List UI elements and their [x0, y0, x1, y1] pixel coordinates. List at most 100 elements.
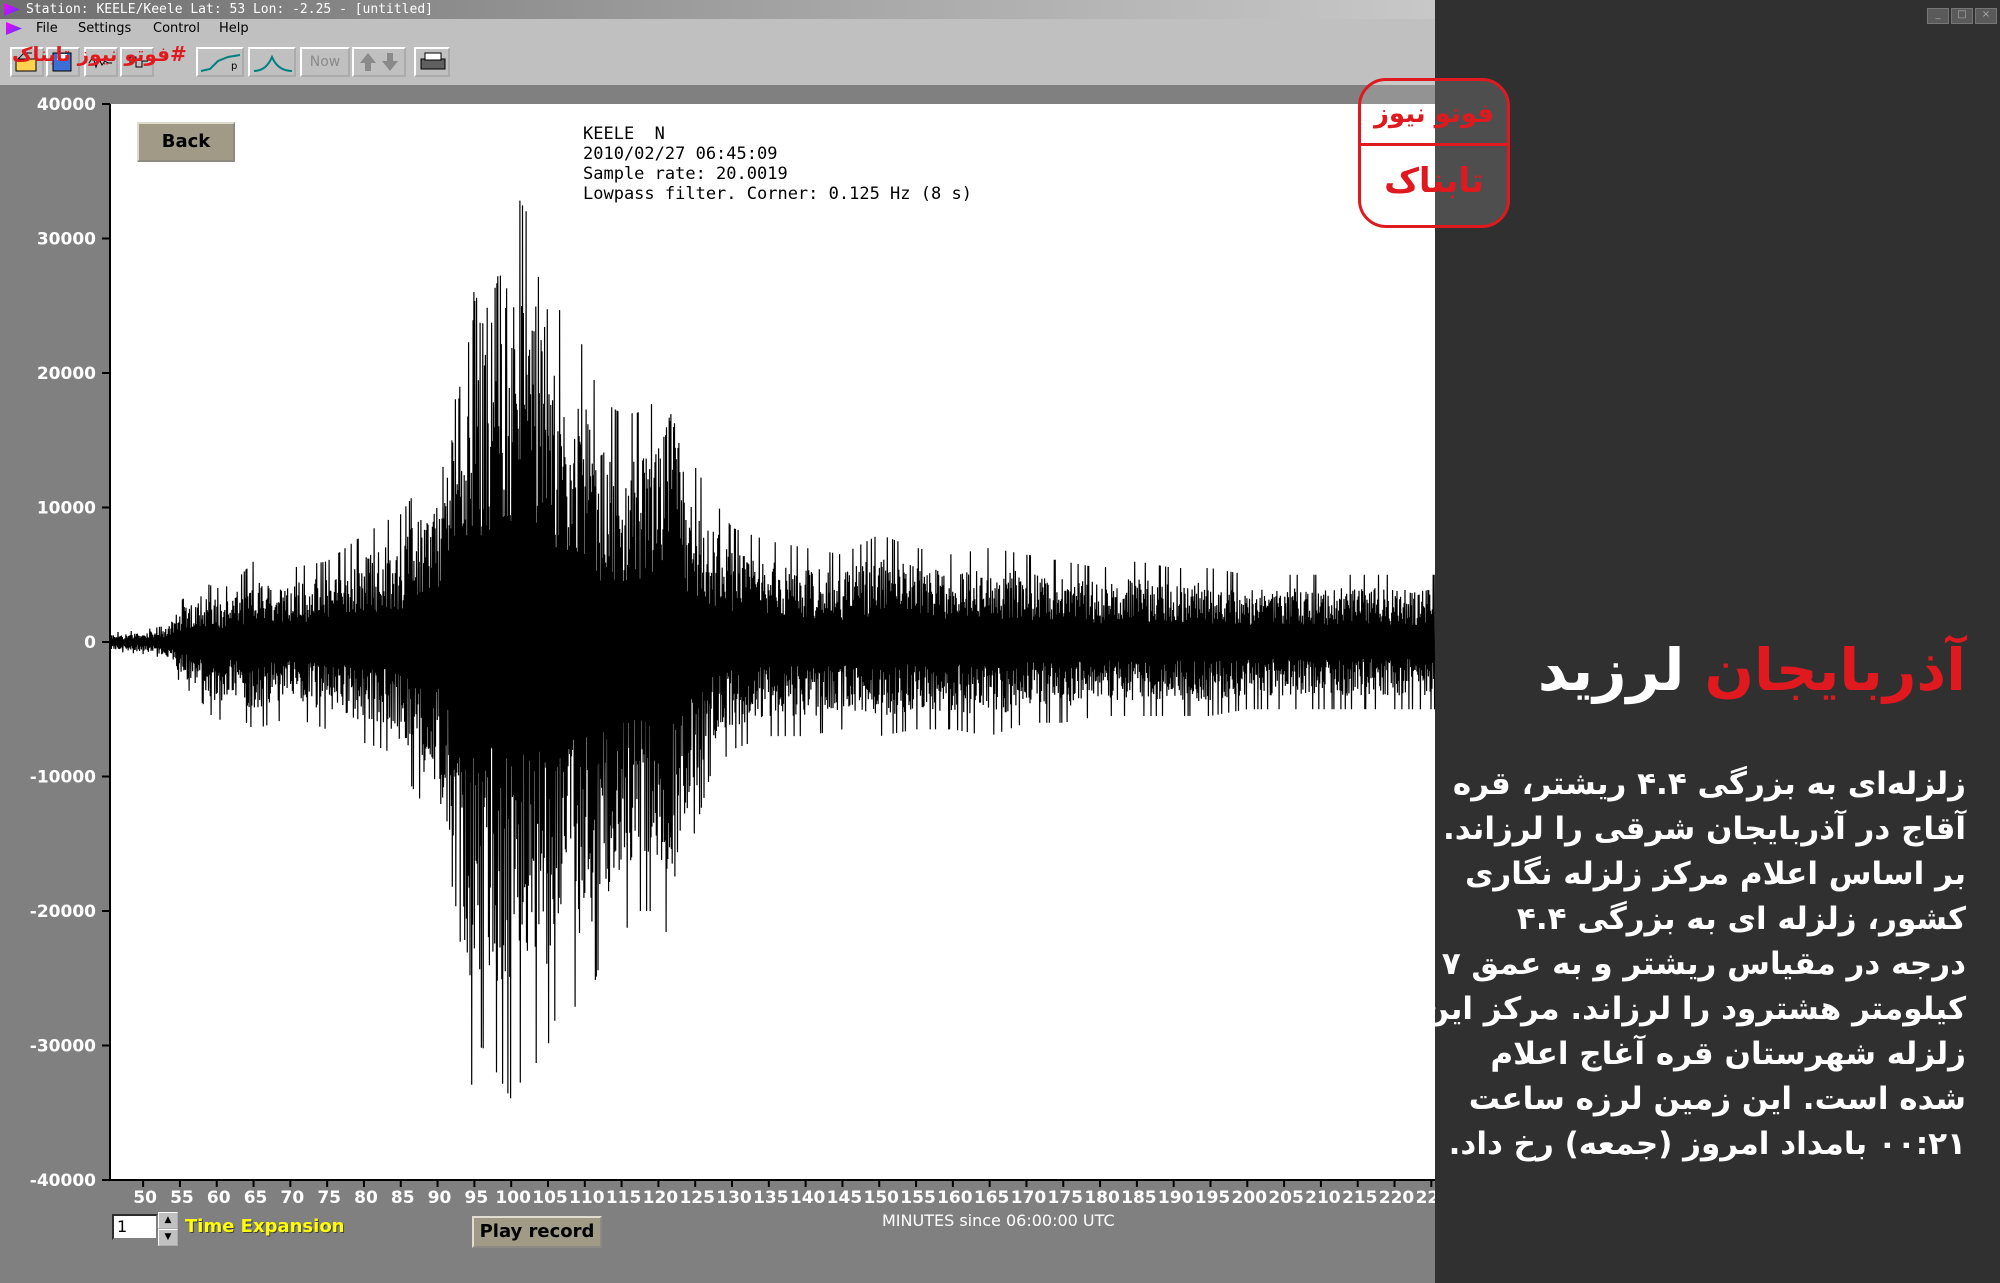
x-tick-label: 135	[753, 1188, 789, 1208]
x-tick-label: 175	[1048, 1188, 1084, 1208]
x-tick-label: 145	[827, 1188, 863, 1208]
y-tick-label: 10000	[37, 499, 96, 519]
x-tick-label: 195	[1195, 1188, 1231, 1208]
x-axis-label: MINUTES since 06:00:00 UTC	[882, 1211, 1115, 1230]
filter-info: Lowpass filter. Corner: 0.125 Hz (8 s)	[583, 184, 972, 204]
headline-red: آذربایجان	[1704, 636, 1966, 704]
minimize-icon[interactable]: _	[1927, 8, 1949, 24]
x-tick-label: 75	[317, 1188, 341, 1208]
x-tick-label: 200	[1232, 1188, 1268, 1208]
x-tick-label: 220	[1379, 1188, 1415, 1208]
seismogram-chart: 40000 30000 20000 10000 0 -10000 -20000 -30000 -…	[30, 95, 1435, 1208]
body-line: زلزله‌ای به بزرگی ۴.۴ ریشتر، قره	[1452, 766, 1966, 802]
x-tick-label: 105	[532, 1188, 568, 1208]
x-tick-label: 120	[643, 1188, 679, 1208]
y-tick-label: 20000	[37, 364, 96, 384]
record-timestamp: 2010/02/27 06:45:09	[583, 144, 778, 164]
x-tick-label: 100	[495, 1188, 531, 1208]
print-button[interactable]	[414, 47, 450, 77]
seismogram-panel: 40000 30000 20000 10000 0 -10000 -20000 -30000 -…	[0, 87, 1435, 1283]
body-line: شده است. این زمین لرزه ساعت	[1468, 1081, 1966, 1117]
time-expansion-label: Time Expansion	[185, 1216, 345, 1237]
x-tick-label: 70	[281, 1188, 305, 1208]
stepper-down-icon[interactable]: ▼	[158, 1229, 178, 1246]
x-tick-label: 160	[937, 1188, 973, 1208]
station-name: KEELE N	[583, 124, 665, 144]
news-body: زلزله‌ای به بزرگی ۴.۴ ریشتر، قره آقاج در…	[1422, 762, 1966, 1167]
x-tick-label: 80	[354, 1188, 378, 1208]
up-down-arrows-icon	[360, 53, 398, 71]
back-button[interactable]: Back	[137, 122, 235, 162]
x-tick-label: 205	[1268, 1188, 1304, 1208]
body-line: ۰۰:۲۱ بامداد امروز (جمعه) رخ داد.	[1448, 1126, 1966, 1162]
headline-white: لرزید	[1537, 636, 1685, 704]
menu-control[interactable]: Control	[153, 19, 200, 39]
x-tick-label: 215	[1342, 1188, 1378, 1208]
document-icon[interactable]	[6, 22, 22, 35]
spectrum-button[interactable]: p	[196, 47, 244, 77]
body-line: کشور، زلزله ای به بزرگی ۴.۴	[1516, 901, 1966, 937]
menu-help[interactable]: Help	[219, 19, 249, 39]
now-label: Now	[309, 54, 341, 70]
window-controls: _ □ ×	[1925, 2, 2000, 24]
y-tick-label: -20000	[30, 902, 96, 922]
x-tick-label: 190	[1158, 1188, 1194, 1208]
logo-bottom-text: تابناک	[1384, 161, 1484, 201]
maximize-icon[interactable]: □	[1951, 8, 1973, 24]
x-tick-label: 165	[974, 1188, 1010, 1208]
body-line: آقاج در آذربایجان شرقی را لرزاند.	[1443, 811, 1966, 847]
y-tick-label: 40000	[37, 95, 96, 115]
x-tick-label: 95	[465, 1188, 489, 1208]
toolbar: p Now	[0, 39, 1435, 87]
y-tick-label: 0	[84, 633, 96, 653]
play-record-button[interactable]: Play record	[472, 1216, 602, 1248]
stepper-up-icon[interactable]: ▲	[158, 1212, 178, 1229]
filter-button[interactable]	[248, 47, 296, 77]
station-info: KEELE N 2010/02/27 06:45:09 Sample rate: 2…	[583, 124, 972, 204]
x-tick-label: 60	[207, 1188, 231, 1208]
now-button[interactable]: Now	[300, 47, 350, 77]
x-tick-label: 85	[391, 1188, 415, 1208]
x-tick-label: 155	[900, 1188, 936, 1208]
watermark-hashtag: #فوتو نیوز تابناک	[12, 42, 187, 66]
spectrum-icon: p	[200, 54, 241, 72]
x-tick-label: 170	[1011, 1188, 1047, 1208]
y-tick-label: -40000	[30, 1171, 96, 1191]
headline: آذربایجان لرزید	[1538, 630, 1966, 710]
x-tick-label: 130	[716, 1188, 752, 1208]
filter-curve-icon	[253, 54, 293, 72]
logo-top-text: فوتو نیوز	[1373, 99, 1495, 129]
x-tick-label: 180	[1084, 1188, 1120, 1208]
y-tick-label: -10000	[30, 768, 96, 788]
menu-bar: File Settings Control Help	[0, 19, 1435, 39]
x-tick-label: 55	[170, 1188, 194, 1208]
close-icon[interactable]: ×	[1975, 8, 1997, 24]
tabnak-logo: فوتو نیوز تابناک	[1358, 78, 1510, 228]
title-bar: Station: KEELE/Keele Lat: 53 Lon: -2.25 …	[0, 0, 1435, 19]
sample-rate: Sample rate: 20.0019	[583, 164, 788, 184]
x-tick-label: 125	[679, 1188, 715, 1208]
time-expansion-stepper[interactable]: ▲ ▼	[158, 1212, 178, 1248]
app-icon	[4, 3, 20, 16]
y-tick-label: 30000	[37, 230, 96, 250]
time-expansion-input[interactable]: 1	[112, 1214, 158, 1240]
x-tick-label: 65	[244, 1188, 268, 1208]
x-tick-label: 140	[790, 1188, 826, 1208]
printer-icon	[420, 52, 446, 70]
x-tick-label: 110	[569, 1188, 605, 1208]
x-tick-label: 210	[1305, 1188, 1341, 1208]
y-tick-label: -30000	[30, 1037, 96, 1057]
body-line: درجه در مقیاس ریشتر و به عمق ۷	[1441, 946, 1966, 982]
logo-divider	[1361, 143, 1507, 146]
x-tick-label: 150	[863, 1188, 899, 1208]
x-tick-label: 185	[1121, 1188, 1157, 1208]
x-tick-label: 225	[1416, 1188, 1435, 1208]
x-tick-label: 90	[428, 1188, 452, 1208]
svg-text:p: p	[231, 61, 237, 72]
scroll-updown-button[interactable]	[352, 47, 406, 77]
menu-settings[interactable]: Settings	[78, 19, 131, 39]
menu-file[interactable]: File	[36, 19, 58, 39]
body-line: کیلومتر هشترود را لرزاند. مرکز این	[1422, 991, 1966, 1027]
x-tick-label: 115	[606, 1188, 642, 1208]
window-title: Station: KEELE/Keele Lat: 53 Lon: -2.25 …	[26, 2, 433, 17]
